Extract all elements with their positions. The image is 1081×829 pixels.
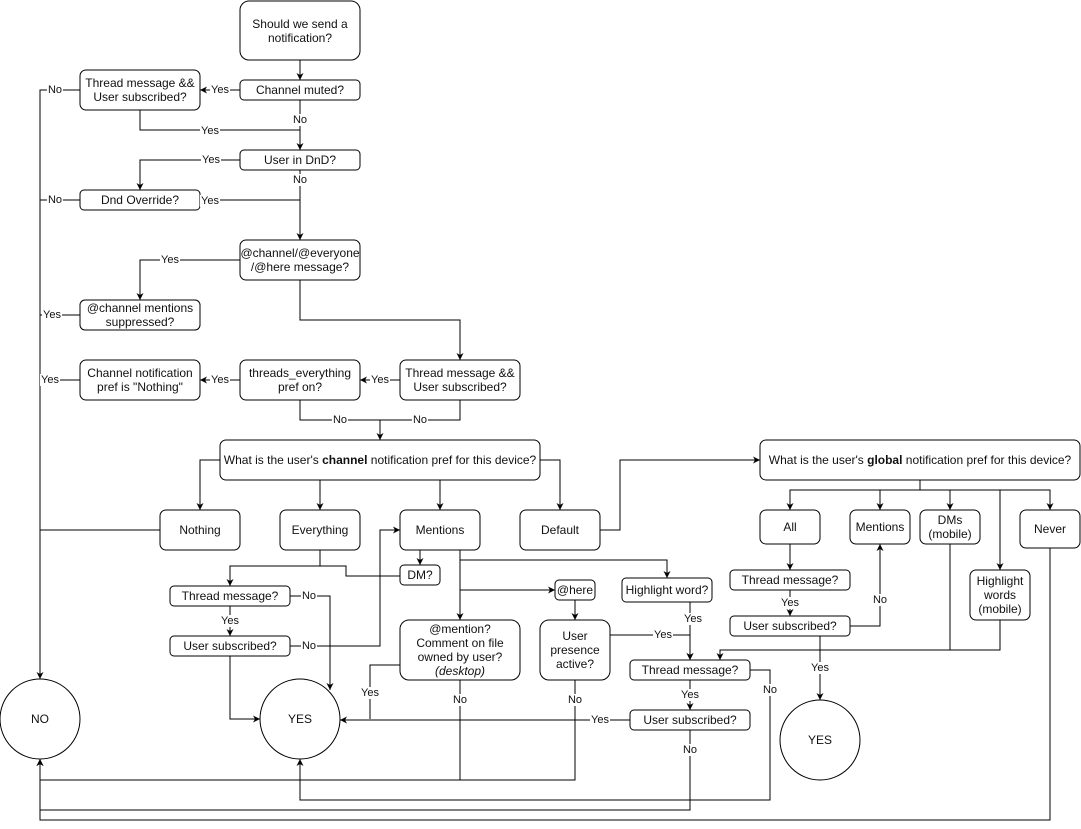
edge-label-yes: Yes bbox=[683, 613, 703, 625]
mention-question-label: @mention? Comment on file owned by user?(… bbox=[416, 622, 504, 678]
edge-mentions-highlight bbox=[459, 550, 671, 578]
result-yes-label-2: YES bbox=[807, 733, 832, 747]
edge-label-yes: Yes bbox=[780, 597, 800, 609]
thread-message-label-c: Thread message? bbox=[741, 573, 839, 587]
global-pref-question-label: What is the user's global notification p… bbox=[768, 453, 1072, 467]
result-no-label: NO bbox=[31, 712, 49, 726]
thread-subscribed-label-2: Thread message && User subscribed? bbox=[405, 366, 515, 394]
edge-label-no: No bbox=[451, 694, 469, 706]
edge-label-no: No bbox=[681, 744, 699, 756]
channel-pref-question-label: What is the user's channel notification … bbox=[223, 453, 537, 467]
edge-label-no: No bbox=[291, 174, 309, 186]
channel-pref-nothing-label: Channel notification pref is "Nothing" bbox=[87, 366, 193, 394]
edge-label-yes: Yes bbox=[200, 195, 220, 207]
thread-message-label-a: Thread message? bbox=[181, 589, 279, 603]
edge-label-yes: Yes bbox=[810, 662, 830, 674]
thread-subscribed-label-1: Thread message && User subscribed? bbox=[85, 76, 195, 104]
edge-label-no: No bbox=[46, 84, 64, 96]
user-subscribed-label-b: User subscribed? bbox=[643, 713, 737, 727]
edge-label-yes: Yes bbox=[653, 629, 673, 641]
edge-label-yes: Yes bbox=[360, 687, 380, 699]
flowchart-canvas bbox=[0, 0, 1081, 821]
edge-everything-down bbox=[226, 550, 321, 586]
edge-pref-default bbox=[540, 459, 564, 510]
edge-label-yes: Yes bbox=[200, 125, 220, 137]
edge-everyone-yes bbox=[136, 259, 240, 300]
global-highlight-label: Highlight words (mobile) bbox=[976, 574, 1024, 616]
edge-pref-nothing bbox=[196, 459, 220, 510]
edge-label-yes: Yes bbox=[210, 374, 230, 386]
edge-default-to-global bbox=[600, 456, 760, 531]
edge-label-yes: Yes bbox=[590, 714, 610, 726]
edge-presence-yes bbox=[610, 634, 694, 660]
edge-threadsevery-no bbox=[299, 400, 461, 421]
edge-label-yes: Yes bbox=[40, 374, 60, 386]
edge-label-no: No bbox=[871, 594, 889, 606]
edge-label-yes: Yes bbox=[42, 309, 62, 321]
edge-label-yes: Yes bbox=[160, 254, 180, 266]
thread-message-label-b: Thread message? bbox=[641, 663, 739, 677]
edge-label-yes: Yes bbox=[210, 84, 230, 96]
dnd-override-label: Dnd Override? bbox=[100, 193, 180, 207]
edge-dnd-yes bbox=[136, 159, 240, 190]
global-all-label: All bbox=[783, 520, 797, 534]
global-never-label: Never bbox=[1033, 522, 1066, 536]
edge-label-yes: Yes bbox=[201, 154, 221, 166]
edge-label-no: No bbox=[46, 194, 64, 206]
edge-subB-no bbox=[36, 730, 691, 811]
channel-everyone-label: @channel/@everyone /@here message? bbox=[240, 246, 360, 274]
edge-label-no: No bbox=[566, 694, 584, 706]
option-everything-label: Everything bbox=[291, 523, 349, 537]
edge-label-yes: Yes bbox=[680, 689, 700, 701]
edge-everything-dm bbox=[320, 565, 400, 577]
dm-label: DM? bbox=[407, 568, 433, 582]
start-node-label: Should we send a notification? bbox=[252, 16, 348, 45]
threads-everything-label: threads_everything pref on? bbox=[248, 366, 352, 394]
edge-label-no: No bbox=[300, 640, 318, 652]
edge-subA-yes bbox=[229, 656, 260, 723]
here-label: @here bbox=[556, 583, 594, 597]
channel-mentions-suppressed-label: @channel mentions suppressed? bbox=[86, 301, 194, 329]
user-presence-label: User presence active? bbox=[550, 629, 600, 671]
edge-thread1-yes bbox=[139, 110, 300, 131]
edge-subC-no bbox=[850, 544, 884, 627]
edge-label-no: No bbox=[761, 684, 779, 696]
option-default-label: Default bbox=[540, 523, 580, 537]
channel-muted-label: Channel muted? bbox=[255, 83, 345, 97]
edge-everyone-no bbox=[299, 280, 464, 360]
edge-label-no: No bbox=[300, 590, 318, 602]
edge-join-to-threadB bbox=[716, 649, 950, 660]
edge-global-split bbox=[786, 480, 921, 510]
highlight-word-label: Highlight word? bbox=[625, 583, 709, 597]
edge-label-no: No bbox=[291, 114, 309, 126]
edge-label-no: No bbox=[411, 414, 429, 426]
user-subscribed-label-c: User subscribed? bbox=[743, 619, 837, 633]
option-mentions-label: Mentions bbox=[415, 523, 465, 537]
global-dms-label: DMs (mobile) bbox=[928, 513, 972, 541]
global-mentions-label: Mentions bbox=[855, 520, 905, 534]
user-subscribed-label-a: User subscribed? bbox=[183, 639, 277, 653]
edge-global-never bbox=[920, 489, 1054, 510]
edge-label-yes: Yes bbox=[220, 615, 240, 627]
user-dnd-label: User in DnD? bbox=[263, 153, 337, 167]
edge-label-yes: Yes bbox=[370, 374, 390, 386]
edge-label-no: No bbox=[331, 414, 349, 426]
option-nothing-label: Nothing bbox=[179, 523, 221, 537]
result-yes-label-1: YES bbox=[287, 712, 312, 726]
